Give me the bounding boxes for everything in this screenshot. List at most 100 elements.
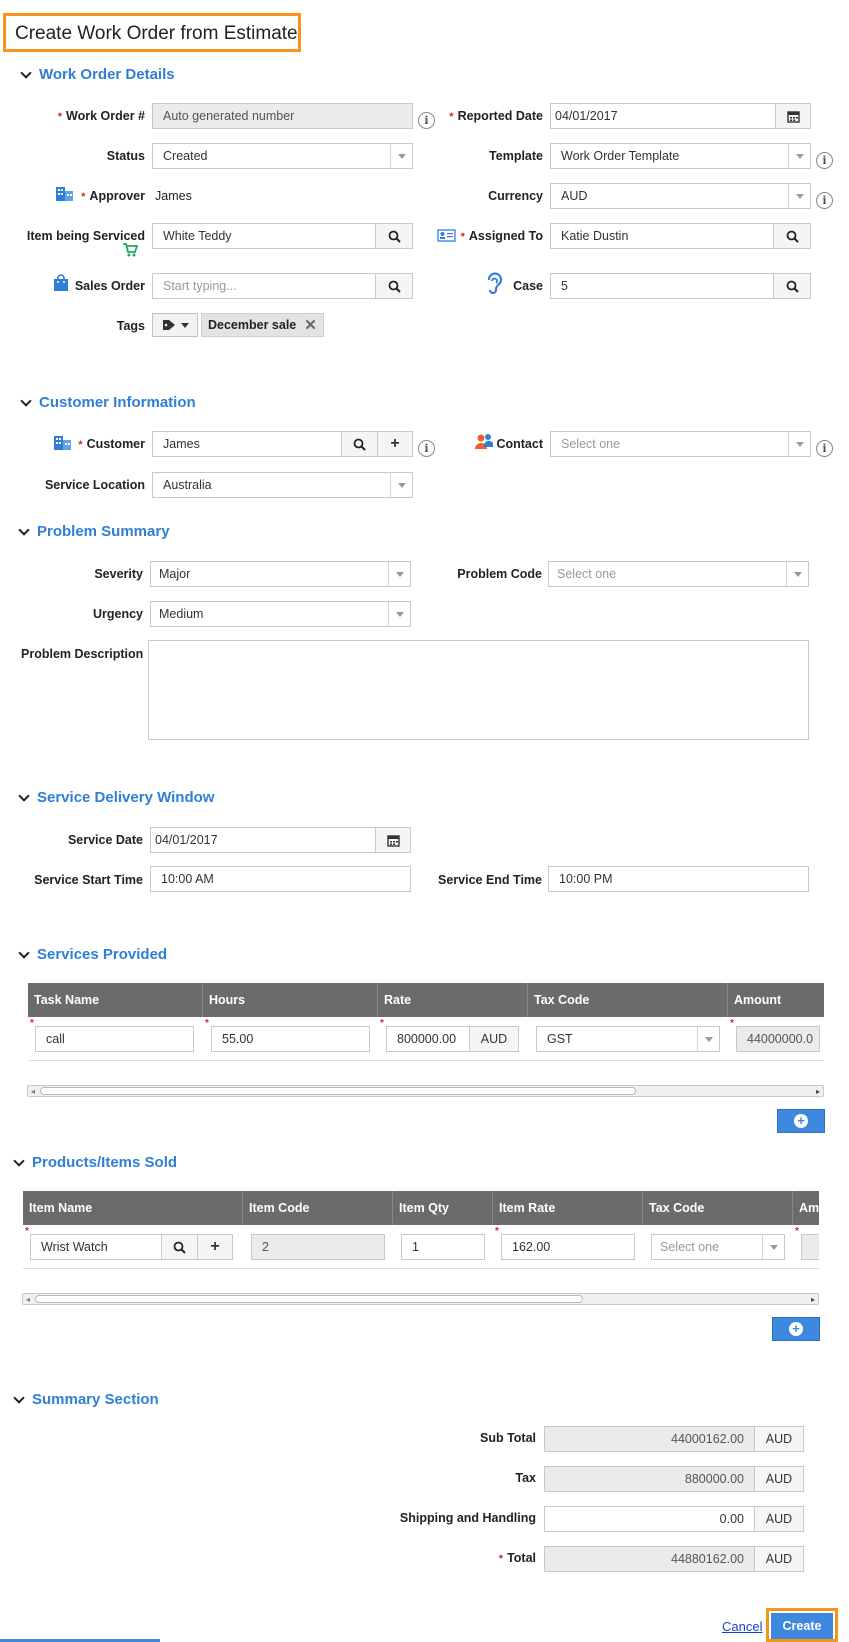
column-header-item-code[interactable]: Item Code bbox=[243, 1191, 393, 1225]
section-title-summary-section[interactable]: Summary Section bbox=[32, 1391, 159, 1408]
info-icon[interactable]: i bbox=[418, 112, 435, 129]
status-label: Status bbox=[106, 149, 145, 163]
chevron-down-icon bbox=[697, 1027, 719, 1051]
page-title-box: Create Work Order from Estimate bbox=[3, 13, 301, 52]
required-marker: * bbox=[380, 1018, 384, 1029]
column-header-tax-code[interactable]: Tax Code bbox=[643, 1191, 793, 1225]
severity-value: Major bbox=[159, 567, 191, 581]
tag-chip: December sale ✕ bbox=[201, 313, 324, 337]
assigned-to-input[interactable]: Katie Dustin bbox=[550, 223, 774, 249]
add-item-button[interactable]: + bbox=[197, 1234, 233, 1260]
section-title-service-delivery-window[interactable]: Service Delivery Window bbox=[37, 789, 214, 806]
section-toggle-work-order-details[interactable] bbox=[20, 67, 32, 79]
create-button[interactable]: Create bbox=[771, 1613, 833, 1639]
scrollbar-thumb[interactable] bbox=[40, 1087, 636, 1095]
column-header-tax-code[interactable]: Tax Code bbox=[528, 983, 728, 1017]
cancel-link[interactable]: Cancel bbox=[722, 1619, 762, 1634]
section-title-work-order-details[interactable]: Work Order Details bbox=[39, 66, 175, 83]
severity-select[interactable]: Major bbox=[150, 561, 411, 587]
item-rate-input[interactable]: 162.00 bbox=[501, 1234, 635, 1260]
section-toggle-services-provided[interactable] bbox=[18, 947, 30, 959]
service-date-input[interactable]: 04/01/2017 bbox=[150, 827, 376, 853]
info-icon[interactable]: i bbox=[816, 192, 833, 209]
section-title-problem-summary[interactable]: Problem Summary bbox=[37, 523, 170, 540]
status-value: Created bbox=[163, 149, 208, 163]
add-service-row-button[interactable]: + bbox=[777, 1109, 825, 1133]
scrollbar-thumb[interactable] bbox=[35, 1295, 583, 1303]
search-button[interactable] bbox=[341, 431, 378, 457]
template-select[interactable]: Work Order Template bbox=[550, 143, 811, 169]
column-header-task-name[interactable]: Task Name bbox=[28, 983, 203, 1017]
plus-icon: + bbox=[390, 435, 400, 452]
info-icon[interactable]: i bbox=[816, 152, 833, 169]
service-location-select[interactable]: Australia bbox=[152, 472, 413, 498]
search-button[interactable] bbox=[773, 273, 811, 299]
column-header-amount[interactable]: Amount bbox=[728, 983, 824, 1017]
item-being-serviced-input[interactable]: White Teddy bbox=[152, 223, 376, 249]
rate-currency-addon: AUD bbox=[469, 1026, 519, 1052]
scroll-left-arrow-icon[interactable]: ◂ bbox=[31, 1087, 35, 1096]
search-button[interactable] bbox=[375, 223, 413, 249]
item-amount-field bbox=[801, 1234, 819, 1260]
section-toggle-customer-information[interactable] bbox=[20, 395, 32, 407]
contact-select[interactable]: Select one bbox=[550, 431, 811, 457]
problem-code-select[interactable]: Select one bbox=[548, 561, 809, 587]
info-icon[interactable]: i bbox=[816, 440, 833, 457]
search-button[interactable] bbox=[161, 1234, 198, 1260]
status-select[interactable]: Created bbox=[152, 143, 413, 169]
service-start-time-input[interactable]: 10:00 AM bbox=[150, 866, 411, 892]
urgency-select[interactable]: Medium bbox=[150, 601, 411, 627]
sales-order-input[interactable]: Start typing... bbox=[152, 273, 376, 299]
tax-code-select[interactable]: GST bbox=[536, 1026, 720, 1052]
products-table-scrollbar[interactable]: ◂ ▸ bbox=[22, 1293, 819, 1305]
contact-label: Contact bbox=[496, 437, 543, 451]
section-toggle-service-delivery-window[interactable] bbox=[18, 790, 30, 802]
service-end-time-input[interactable]: 10:00 PM bbox=[548, 866, 809, 892]
problem-description-textarea[interactable] bbox=[148, 640, 809, 740]
section-title-products-items-sold[interactable]: Products/Items Sold bbox=[32, 1154, 177, 1171]
task-name-input[interactable]: call bbox=[35, 1026, 194, 1052]
shipping-handling-input[interactable]: 0.00 bbox=[544, 1506, 755, 1532]
work-order-number-field: Auto generated number bbox=[152, 103, 413, 129]
item-name-input[interactable]: Wrist Watch bbox=[30, 1234, 162, 1260]
section-toggle-problem-summary[interactable] bbox=[18, 524, 30, 536]
calendar-button[interactable] bbox=[775, 103, 811, 129]
service-location-label: Service Location bbox=[44, 478, 145, 492]
item-tax-code-select[interactable]: Select one bbox=[651, 1234, 785, 1260]
calendar-button[interactable] bbox=[375, 827, 411, 853]
hours-input[interactable]: 55.00 bbox=[211, 1026, 370, 1052]
info-icon[interactable]: i bbox=[418, 440, 435, 457]
section-title-customer-information[interactable]: Customer Information bbox=[39, 394, 196, 411]
contact-value: Select one bbox=[561, 437, 621, 451]
reported-date-input[interactable]: 04/01/2017 bbox=[550, 103, 776, 129]
case-input[interactable]: 5 bbox=[550, 273, 774, 299]
services-table-scrollbar[interactable]: ◂ ▸ bbox=[27, 1085, 824, 1097]
search-icon bbox=[786, 230, 799, 243]
column-header-item-rate[interactable]: Item Rate bbox=[493, 1191, 643, 1225]
search-button[interactable] bbox=[375, 273, 413, 299]
scroll-right-arrow-icon[interactable]: ▸ bbox=[816, 1087, 820, 1096]
calendar-icon bbox=[386, 834, 400, 847]
column-header-item-name[interactable]: Item Name bbox=[23, 1191, 243, 1225]
rate-input[interactable]: 800000.00 bbox=[386, 1026, 470, 1052]
customer-input[interactable]: James bbox=[152, 431, 342, 457]
item-qty-input[interactable]: 1 bbox=[401, 1234, 485, 1260]
column-header-hours[interactable]: Hours bbox=[203, 983, 378, 1017]
add-product-row-button[interactable]: + bbox=[772, 1317, 820, 1341]
table-row: * call * 55.00 * 800000.00 AUD GST * 440… bbox=[28, 1017, 824, 1061]
currency-select[interactable]: AUD bbox=[550, 183, 811, 209]
remove-tag-icon[interactable]: ✕ bbox=[304, 318, 317, 333]
required-marker: * bbox=[30, 1018, 34, 1029]
tag-dropdown-button[interactable] bbox=[152, 313, 198, 337]
section-title-services-provided[interactable]: Services Provided bbox=[37, 946, 167, 963]
section-toggle-summary-section[interactable] bbox=[13, 1392, 25, 1404]
scroll-left-arrow-icon[interactable]: ◂ bbox=[26, 1295, 30, 1304]
column-header-item-qty[interactable]: Item Qty bbox=[393, 1191, 493, 1225]
search-button[interactable] bbox=[773, 223, 811, 249]
add-customer-button[interactable]: + bbox=[377, 431, 413, 457]
item-code-field: 2 bbox=[251, 1234, 385, 1260]
column-header-amount[interactable]: Amo bbox=[793, 1191, 819, 1225]
scroll-right-arrow-icon[interactable]: ▸ bbox=[811, 1295, 815, 1304]
section-toggle-products-items-sold[interactable] bbox=[13, 1155, 25, 1167]
column-header-rate[interactable]: Rate bbox=[378, 983, 528, 1017]
